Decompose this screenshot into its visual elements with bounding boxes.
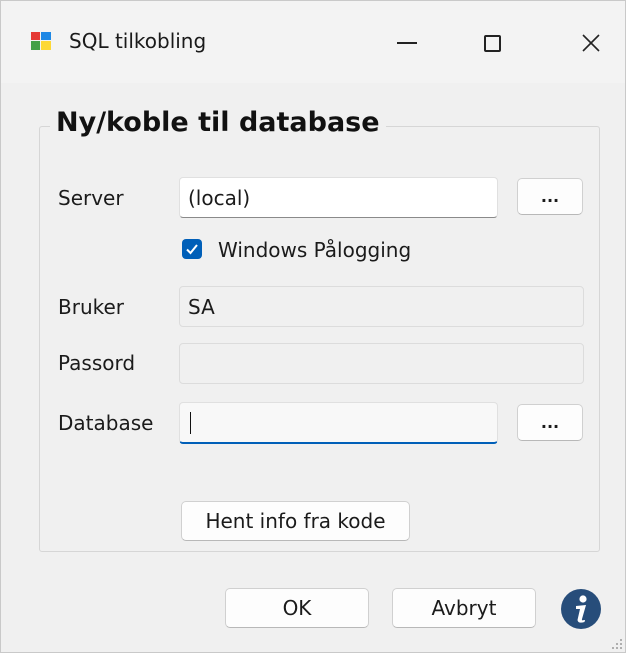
server-label: Server: [58, 186, 124, 210]
maximize-button[interactable]: [469, 21, 515, 65]
user-label: Bruker: [58, 295, 125, 319]
close-icon: [582, 34, 600, 52]
text-caret: [190, 411, 191, 434]
cancel-button[interactable]: Avbryt: [392, 588, 536, 628]
app-icon: [31, 32, 51, 50]
database-label: Database: [58, 411, 154, 435]
ok-button[interactable]: OK: [225, 588, 369, 628]
windows-login-label[interactable]: Windows Pålogging: [218, 238, 411, 262]
window-title: SQL tilkobling: [69, 29, 207, 53]
server-input-value: (local): [188, 185, 251, 210]
info-icon[interactable]: [560, 588, 602, 630]
resize-grip-icon[interactable]: [611, 638, 623, 650]
group-title: Ny/koble til database: [50, 107, 386, 138]
database-browse-button[interactable]: ...: [517, 404, 583, 441]
password-input[interactable]: [179, 343, 584, 384]
title-bar[interactable]: SQL tilkobling: [1, 1, 625, 83]
checkmark-icon: [186, 244, 198, 255]
user-input[interactable]: SA: [179, 286, 584, 327]
minimize-icon: [397, 42, 417, 44]
sql-connection-window: SQL tilkobling Ny/koble til database Ser…: [0, 0, 626, 653]
password-label: Passord: [58, 351, 136, 375]
server-browse-button[interactable]: ...: [517, 178, 583, 215]
close-button[interactable]: [568, 21, 614, 65]
database-input[interactable]: [179, 402, 498, 444]
maximize-icon: [483, 34, 501, 52]
fetch-info-button[interactable]: Hent info fra kode: [181, 501, 410, 541]
server-input[interactable]: (local): [179, 177, 498, 218]
user-input-value: SA: [188, 294, 215, 319]
windows-login-checkbox[interactable]: [182, 239, 202, 259]
minimize-button[interactable]: [384, 21, 430, 65]
